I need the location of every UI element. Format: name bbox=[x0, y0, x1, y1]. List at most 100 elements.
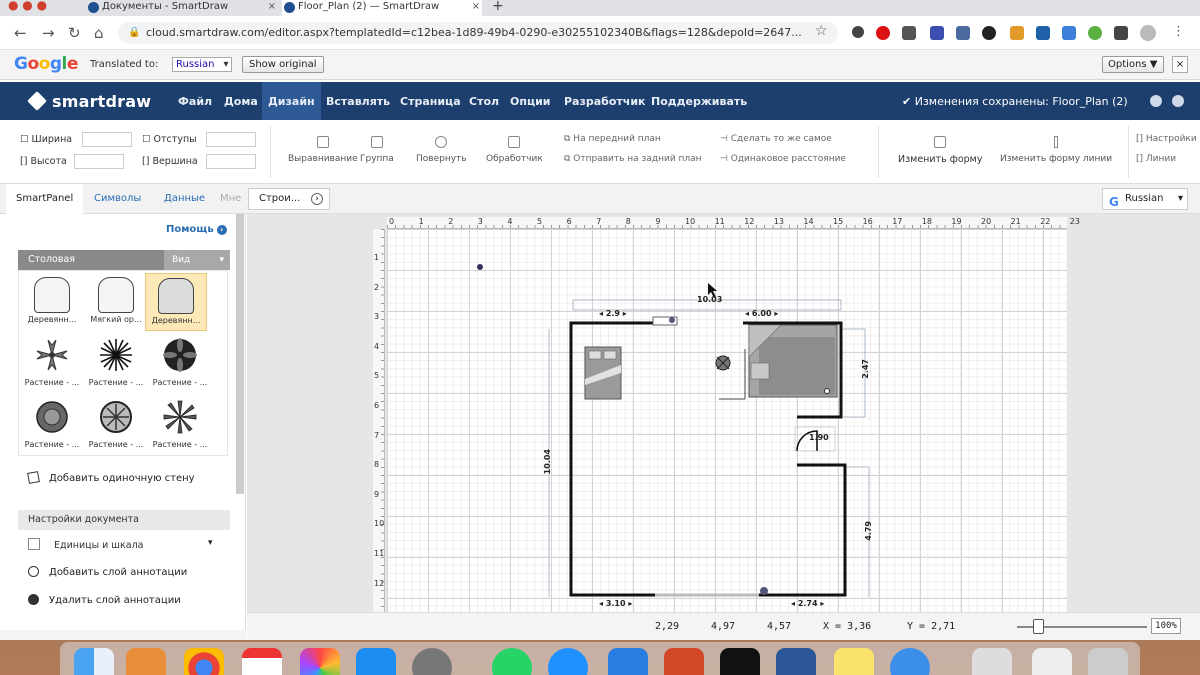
symbol-wood-chair[interactable]: Деревянн... bbox=[21, 273, 83, 331]
url-field[interactable]: 🔒 cloud.smartdraw.com/editor.aspx?templa… bbox=[118, 22, 838, 44]
symbol-plant[interactable]: Растение - ... bbox=[21, 395, 83, 453]
safari-icon[interactable] bbox=[548, 648, 588, 675]
extension-icon[interactable] bbox=[1088, 26, 1102, 40]
top-ruler[interactable]: 0 1 2 3 4 5 6 7 8 9 10 11 12 13 14 15 16 17 18 19 20 21 22 23 bbox=[387, 217, 1080, 229]
document-icon[interactable] bbox=[1032, 648, 1072, 675]
extension-icon[interactable] bbox=[982, 26, 996, 40]
trash-icon[interactable] bbox=[1088, 648, 1128, 675]
drawing-canvas-area[interactable]: 0 1 2 3 4 5 6 7 8 9 10 11 12 13 14 15 16 17 18 19 20 21 22 23 1… bbox=[247, 214, 1200, 612]
lines-button[interactable]: [] Линии bbox=[1136, 154, 1176, 164]
left-ruler[interactable]: 1 2 3 4 5 6 7 8 9 10 11 12 bbox=[373, 229, 385, 612]
margin-input[interactable] bbox=[206, 132, 256, 147]
send-back-button[interactable]: ⧉ Отправить на задний план bbox=[564, 154, 702, 164]
extension-icon[interactable] bbox=[1062, 26, 1076, 40]
reload-icon[interactable]: ↻ bbox=[68, 24, 81, 42]
new-tab-button[interactable]: + bbox=[492, 0, 504, 14]
show-original-button[interactable]: Show original bbox=[242, 56, 324, 73]
rotate-button[interactable]: Повернуть bbox=[416, 136, 467, 164]
browser-tab-floor-plan[interactable]: Floor_Plan (2) — SmartDraw × bbox=[282, 0, 482, 16]
symbol-plant[interactable]: Растение - ... bbox=[85, 333, 147, 391]
panel-scrollbar[interactable] bbox=[236, 214, 244, 494]
extension-icon[interactable] bbox=[956, 26, 970, 40]
acrobat-icon[interactable] bbox=[720, 648, 760, 675]
window-controls[interactable]: ● ● ● bbox=[8, 0, 47, 12]
floor-plan-drawing[interactable] bbox=[387, 229, 1067, 612]
smartdraw-logo[interactable]: smartdraw bbox=[27, 91, 151, 111]
menu-page[interactable]: Страница bbox=[394, 82, 467, 120]
chevron-down-icon[interactable]: ▾ bbox=[208, 538, 213, 548]
menu-dots-icon[interactable]: ⋮ bbox=[1172, 24, 1185, 39]
powerpoint-icon[interactable] bbox=[664, 648, 704, 675]
close-tab-icon[interactable]: × bbox=[268, 0, 276, 14]
app-icon[interactable] bbox=[890, 648, 930, 675]
extension-icon[interactable] bbox=[1036, 26, 1050, 40]
zoom-level-button[interactable]: 100% bbox=[1151, 618, 1181, 634]
document-icon[interactable] bbox=[972, 648, 1012, 675]
add-layer-button[interactable]: Добавить слой аннотации bbox=[28, 566, 187, 578]
bring-front-button[interactable]: ⧉ На передний план bbox=[564, 134, 661, 144]
settings-button[interactable]: [] Настройки bbox=[1136, 134, 1197, 144]
photos-icon[interactable] bbox=[300, 648, 340, 675]
tab-symbols[interactable]: Символы bbox=[84, 184, 151, 214]
zoom-slider-thumb[interactable] bbox=[1033, 619, 1044, 634]
options-button[interactable]: Options ▼ bbox=[1102, 56, 1164, 73]
forward-icon[interactable]: → bbox=[42, 24, 55, 42]
same-spacing-button[interactable]: ⊣ Одинаковое расстояние bbox=[720, 154, 846, 164]
change-line-button[interactable]: Изменить форму линии bbox=[1000, 136, 1112, 164]
menu-design[interactable]: Дизайн bbox=[262, 82, 321, 120]
launchpad-icon[interactable] bbox=[126, 648, 166, 675]
calendar-icon[interactable] bbox=[242, 648, 282, 675]
tab-data[interactable]: Данные bbox=[154, 184, 215, 214]
menu-table[interactable]: Стол bbox=[463, 82, 505, 120]
checkbox[interactable] bbox=[28, 538, 40, 550]
bookmark-star-icon[interactable]: ☆ bbox=[815, 23, 828, 39]
document-settings-header[interactable]: Настройки документа bbox=[18, 510, 230, 530]
user-icon[interactable] bbox=[1172, 95, 1184, 107]
symbol-plant[interactable]: Растение - ... bbox=[85, 395, 147, 453]
symbol-wood-chair-selected[interactable]: Деревянн... bbox=[145, 273, 207, 331]
word-icon[interactable] bbox=[776, 648, 816, 675]
same-size-button[interactable]: ⊣ Сделать то же самое bbox=[720, 134, 832, 144]
view-dropdown[interactable]: Вид bbox=[164, 250, 230, 270]
symbol-plant[interactable]: Растение - ... bbox=[21, 333, 83, 391]
browser-tab-documents[interactable]: Документы - SmartDraw × bbox=[86, 0, 278, 16]
symbol-plant[interactable]: Растение - ... bbox=[149, 395, 211, 453]
menu-file[interactable]: Файл bbox=[172, 82, 218, 120]
home-icon[interactable]: ⌂ bbox=[94, 24, 104, 42]
document-button[interactable]: Строи... › bbox=[248, 188, 330, 210]
extension-icon[interactable] bbox=[902, 26, 916, 40]
close-translate-button[interactable]: × bbox=[1172, 56, 1188, 73]
floor-plan-page[interactable]: 10.03 ◂ 2.9 ▸ ◂ 6.00 ▸ 2.47 10.04 4.79 ◂… bbox=[387, 229, 1067, 612]
extension-icon[interactable] bbox=[1010, 26, 1024, 40]
notes-icon[interactable] bbox=[834, 648, 874, 675]
menu-options[interactable]: Опции bbox=[504, 82, 557, 120]
height-input[interactable] bbox=[74, 154, 124, 169]
menu-support[interactable]: Поддерживать bbox=[645, 82, 753, 120]
symbol-plant[interactable]: Растение - ... bbox=[149, 333, 211, 391]
avatar[interactable] bbox=[1140, 25, 1156, 41]
menu-home[interactable]: Дома bbox=[218, 82, 264, 120]
symbol-soft-chair[interactable]: Мягкий ор... bbox=[85, 273, 147, 331]
menu-insert[interactable]: Вставлять bbox=[320, 82, 396, 120]
chrome-icon[interactable] bbox=[184, 648, 224, 675]
finder-icon[interactable] bbox=[74, 648, 114, 675]
notification-icon[interactable] bbox=[1150, 95, 1162, 107]
group-button[interactable]: Группа bbox=[360, 136, 394, 164]
puzzle-icon[interactable] bbox=[1114, 26, 1128, 40]
tab-smartpanel[interactable]: SmartPanel bbox=[6, 184, 84, 214]
width-input[interactable] bbox=[82, 132, 132, 147]
menu-developer[interactable]: Разработчик bbox=[558, 82, 652, 120]
add-wall-button[interactable]: Добавить одиночную стену bbox=[27, 471, 195, 484]
scale-checkbox[interactable]: Единицы и шкала bbox=[28, 538, 143, 551]
app-store-icon[interactable] bbox=[356, 648, 396, 675]
remove-layer-button[interactable]: Удалить слой аннотации bbox=[28, 594, 181, 606]
change-shape-button[interactable]: Изменить форму bbox=[898, 136, 982, 165]
language-select[interactable]: Russian bbox=[172, 57, 232, 72]
close-tab-icon[interactable]: × bbox=[472, 0, 480, 14]
opera-icon[interactable] bbox=[876, 26, 890, 40]
help-link[interactable]: Помощь › bbox=[166, 224, 227, 235]
extension-icon[interactable] bbox=[852, 26, 864, 38]
extension-icon[interactable] bbox=[930, 26, 944, 40]
whatsapp-icon[interactable] bbox=[492, 648, 532, 675]
back-icon[interactable]: ← bbox=[14, 24, 27, 42]
